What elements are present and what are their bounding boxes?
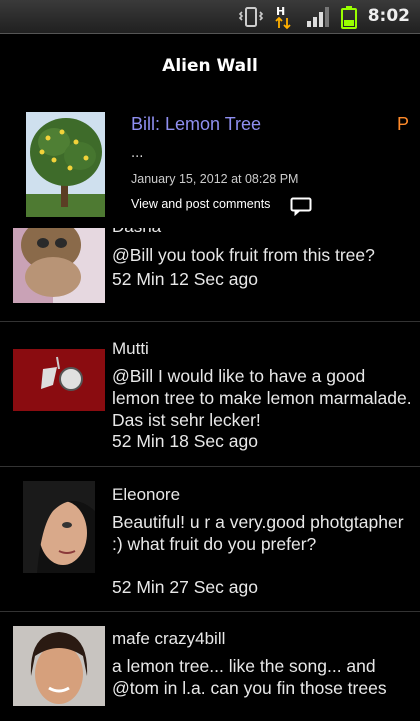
page-title: Alien Wall bbox=[162, 56, 258, 76]
comment-author: Mutti bbox=[112, 339, 149, 358]
comment-bubble-icon[interactable] bbox=[290, 197, 312, 221]
comment-text: @Bill you took fruit from this tree? bbox=[112, 245, 375, 265]
comment-text: @Bill I would like to have a good lemon … bbox=[112, 366, 412, 430]
avatar bbox=[13, 626, 105, 706]
vibrate-icon bbox=[238, 0, 264, 33]
post-body: ... bbox=[131, 146, 144, 161]
signal-icon bbox=[306, 0, 330, 33]
comment-author: Eleonore bbox=[112, 485, 181, 504]
comment-text: a lemon tree... like the song... and @to… bbox=[112, 656, 387, 698]
comment-time: 52 Min 18 Sec ago bbox=[112, 431, 258, 451]
post-header[interactable]: Bill: Lemon Tree P ... January 15, 2012 … bbox=[0, 100, 420, 228]
view-comments-link[interactable]: View and post comments bbox=[131, 197, 270, 211]
battery-icon bbox=[340, 0, 358, 33]
list-item[interactable]: Mutti @Bill I would like to have a good … bbox=[0, 321, 420, 467]
post-thumbnail[interactable] bbox=[26, 112, 105, 217]
comment-author: mafe crazy4bill bbox=[112, 629, 226, 648]
post-title[interactable]: Bill: Lemon Tree bbox=[131, 114, 261, 135]
list-item[interactable]: mafe crazy4bill a lemon tree... like the… bbox=[0, 611, 420, 721]
avatar bbox=[23, 481, 95, 573]
comment-text: Beautiful! u r a very.good photgtapher :… bbox=[112, 512, 404, 554]
comment-time: 52 Min 27 Sec ago bbox=[112, 577, 258, 597]
list-item[interactable]: Eleonore Beautiful! u r a very.good phot… bbox=[0, 466, 420, 612]
data-transfer-icon: H bbox=[272, 0, 296, 33]
post-corner-letter: P bbox=[397, 114, 410, 134]
avatar bbox=[13, 215, 105, 303]
network-type-label: H bbox=[276, 5, 285, 18]
avatar bbox=[13, 349, 105, 411]
post-date: January 15, 2012 at 08:28 PM bbox=[131, 172, 299, 186]
status-clock: 8:02 bbox=[367, 6, 410, 26]
status-bar: H 8:02 bbox=[0, 0, 420, 34]
comment-time: 52 Min 12 Sec ago bbox=[112, 269, 258, 289]
